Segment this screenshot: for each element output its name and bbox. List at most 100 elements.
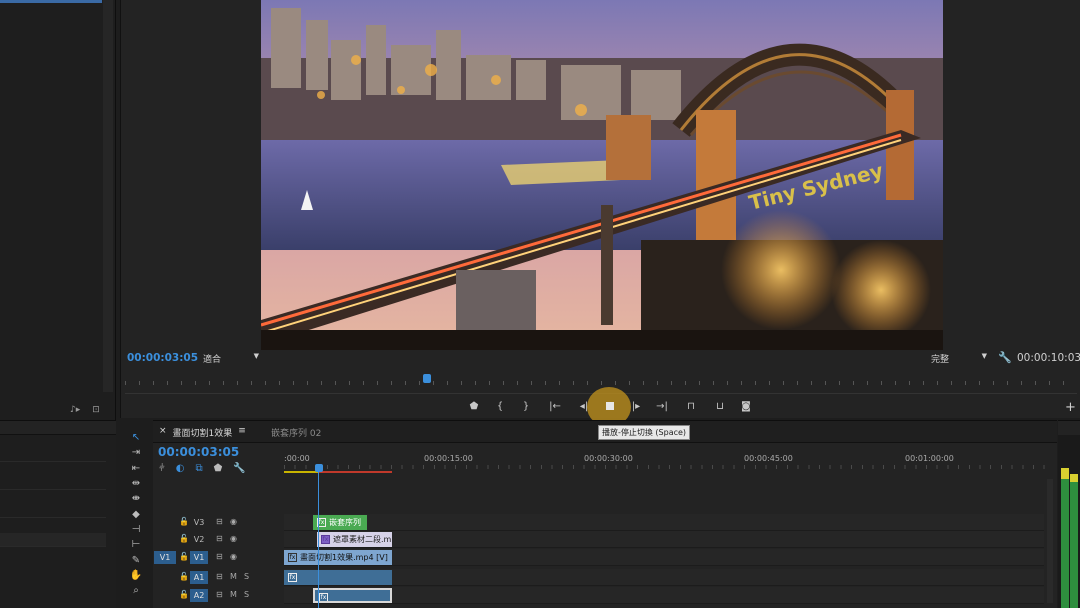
insert-icon[interactable]: ⊓ [675,398,707,414]
list-item[interactable] [0,533,106,547]
lock-icon[interactable]: 🔓 [179,590,189,599]
track-name[interactable]: V1 [190,551,208,564]
timeline-timecode[interactable]: 00:00:03:05 [158,445,239,459]
track-lane[interactable]: fx 畫面切割1效果.mp4 [V] [284,549,1044,566]
track-lane[interactable]: fx 嵌套序列 [284,514,1044,531]
tab-active-sequence[interactable]: × 畫面切割1效果 ≡ [159,426,246,439]
solo-button[interactable]: S [244,590,249,599]
selected-item-strip[interactable] [0,0,102,3]
timeline-ruler[interactable]: :00:00 00:00:15:00 00:00:30:00 00:00:45:… [284,451,1054,473]
new-item-icon[interactable]: ⊡ [92,405,100,415]
effects-panel [0,420,116,608]
eye-icon[interactable]: ◉ [230,552,237,561]
project-scrollbar[interactable] [103,0,113,392]
track-v3: 🔓 V3 ⊟ ◉ fx 嵌套序列 [153,514,1044,531]
razor-tool-icon[interactable]: ◆ [126,506,146,521]
timeline-scrollbar[interactable] [1047,479,1053,603]
clip-audio[interactable]: fx [284,570,392,585]
export-frame-icon[interactable]: ◙ [733,398,759,414]
go-to-out-icon[interactable]: →| [649,398,675,414]
meter-bar-right [1070,474,1078,608]
monitor-playhead[interactable] [423,374,431,383]
track-header: 🔓 A2 ⊟ M S [153,587,283,604]
slip-tool-icon[interactable]: ⊣ [126,522,146,537]
track-header: 🔓 V2 ⊟ ◉ [153,531,283,548]
marker-icon[interactable]: ⬟ [461,398,487,414]
selection-tool-icon[interactable]: ↖ [126,430,146,445]
track-header: 🔓 A1 ⊟ M S [153,569,283,586]
lock-icon[interactable]: 🔓 [179,534,189,543]
sync-lock-icon[interactable]: ⊟ [216,552,223,561]
track-v1: V1 🔓 V1 ⊟ ◉ fx 畫面切割1效果.mp4 [V] [153,549,1044,566]
close-icon[interactable]: × [159,426,167,439]
add-button-icon[interactable]: + [1065,400,1076,415]
rolling-edit-tool-icon[interactable]: ⇹ [126,476,146,491]
add-marker-icon[interactable]: ⬟ [214,463,223,474]
list-item[interactable] [0,517,106,518]
track-lane[interactable]: fx 遮罩素材二段.mp4 [284,531,1044,548]
playhead-timecode[interactable]: 00:00:03:05 [127,352,198,364]
clip-main-video[interactable]: fx 畫面切割1效果.mp4 [V] [284,550,392,565]
slide-tool-icon[interactable]: ⊢ [126,537,146,552]
overwrite-icon[interactable]: ⊔ [707,398,733,414]
list-item[interactable] [0,489,106,490]
go-to-in-icon[interactable]: |← [539,398,571,414]
lock-icon[interactable]: 🔓 [179,572,189,581]
ruler-label: 00:00:15:00 [424,454,473,463]
source-patch-v1[interactable]: V1 [154,551,176,564]
track-name[interactable]: A1 [190,571,208,584]
sync-lock-icon[interactable]: ⊟ [216,517,223,526]
zoom-tool-icon[interactable]: ⌕ [126,583,146,598]
mute-button[interactable]: M [230,572,237,581]
transport-tooltip: 播放-停止切換 (Space) [598,425,691,440]
ripple-edit-tool-icon[interactable]: ⇤ [126,461,146,476]
lock-icon[interactable]: 🔓 [179,552,189,561]
sync-lock-icon[interactable]: ⊟ [216,572,223,581]
eye-icon[interactable]: ◉ [230,534,237,543]
zoom-fit-select[interactable]: 適合 ▼ [203,352,259,365]
sync-lock-icon[interactable]: ⊟ [216,534,223,543]
transport-controls: ⬟ { } |← ◂| |▸ →| ⊓ ⊔ ◙ [461,387,759,427]
eye-icon[interactable]: ◉ [230,517,237,526]
ruler-label: 00:00:30:00 [584,454,633,463]
sync-lock-icon[interactable]: ⊟ [216,590,223,599]
track-name[interactable]: V2 [190,533,208,546]
tab-nested-sequence[interactable]: 嵌套序列 02 [271,426,321,439]
video-frame: Tiny Sydney [261,0,943,350]
snap-icon[interactable]: ◐ [176,463,185,474]
track-select-tool-icon[interactable]: ⇥ [126,445,146,460]
nest-icon[interactable]: ⫩ [159,463,165,474]
panel-menu-icon[interactable]: ≡ [238,426,246,439]
linked-selection-icon[interactable]: ⧉ [195,463,202,474]
track-name[interactable]: V3 [190,516,208,529]
timeline-settings-icon[interactable]: 🔧 [233,463,245,474]
stop-button[interactable] [587,387,631,427]
timeline-playhead[interactable] [315,464,323,472]
lock-icon[interactable]: 🔓 [179,517,189,526]
track-name[interactable]: A2 [190,589,208,602]
tools-panel: ↖ ⇥ ⇤ ⇹ ⇼ ◆ ⊣ ⊢ ✎ ✋ ⌕ [124,430,148,608]
rate-stretch-tool-icon[interactable]: ⇼ [126,491,146,506]
mark-out-icon[interactable]: } [513,398,539,414]
fx-badge: fx [288,553,297,562]
clip-nested-sequence[interactable]: fx 嵌套序列 [313,515,367,530]
mark-in-icon[interactable]: { [487,398,513,414]
ruler-ticks [284,465,1054,469]
automate-to-sequence-icon[interactable]: ♪▸ [70,405,80,415]
clip-audio-selected[interactable]: fx [313,588,392,603]
track-header: 🔓 V3 ⊟ ◉ [153,514,283,531]
wrench-icon[interactable]: 🔧 [998,351,1012,364]
track-lane[interactable]: fx [284,569,1044,586]
track-a2: 🔓 A2 ⊟ M S fx [153,587,1044,604]
mute-button[interactable]: M [230,590,237,599]
playback-resolution-select[interactable]: 完整 ▼ [931,352,987,365]
track-v2: 🔓 V2 ⊟ ◉ fx 遮罩素材二段.mp4 [153,531,1044,548]
solo-button[interactable]: S [244,572,249,581]
track-lane[interactable]: fx [284,587,1044,604]
list-item[interactable] [0,461,106,462]
pen-tool-icon[interactable]: ✎ [126,552,146,567]
chevron-down-icon: ▼ [253,352,259,360]
hand-tool-icon[interactable]: ✋ [126,568,146,583]
clip-mask-footage[interactable]: fx 遮罩素材二段.mp4 [317,532,392,547]
duration-timecode: 00:00:10:03 [1017,352,1080,364]
